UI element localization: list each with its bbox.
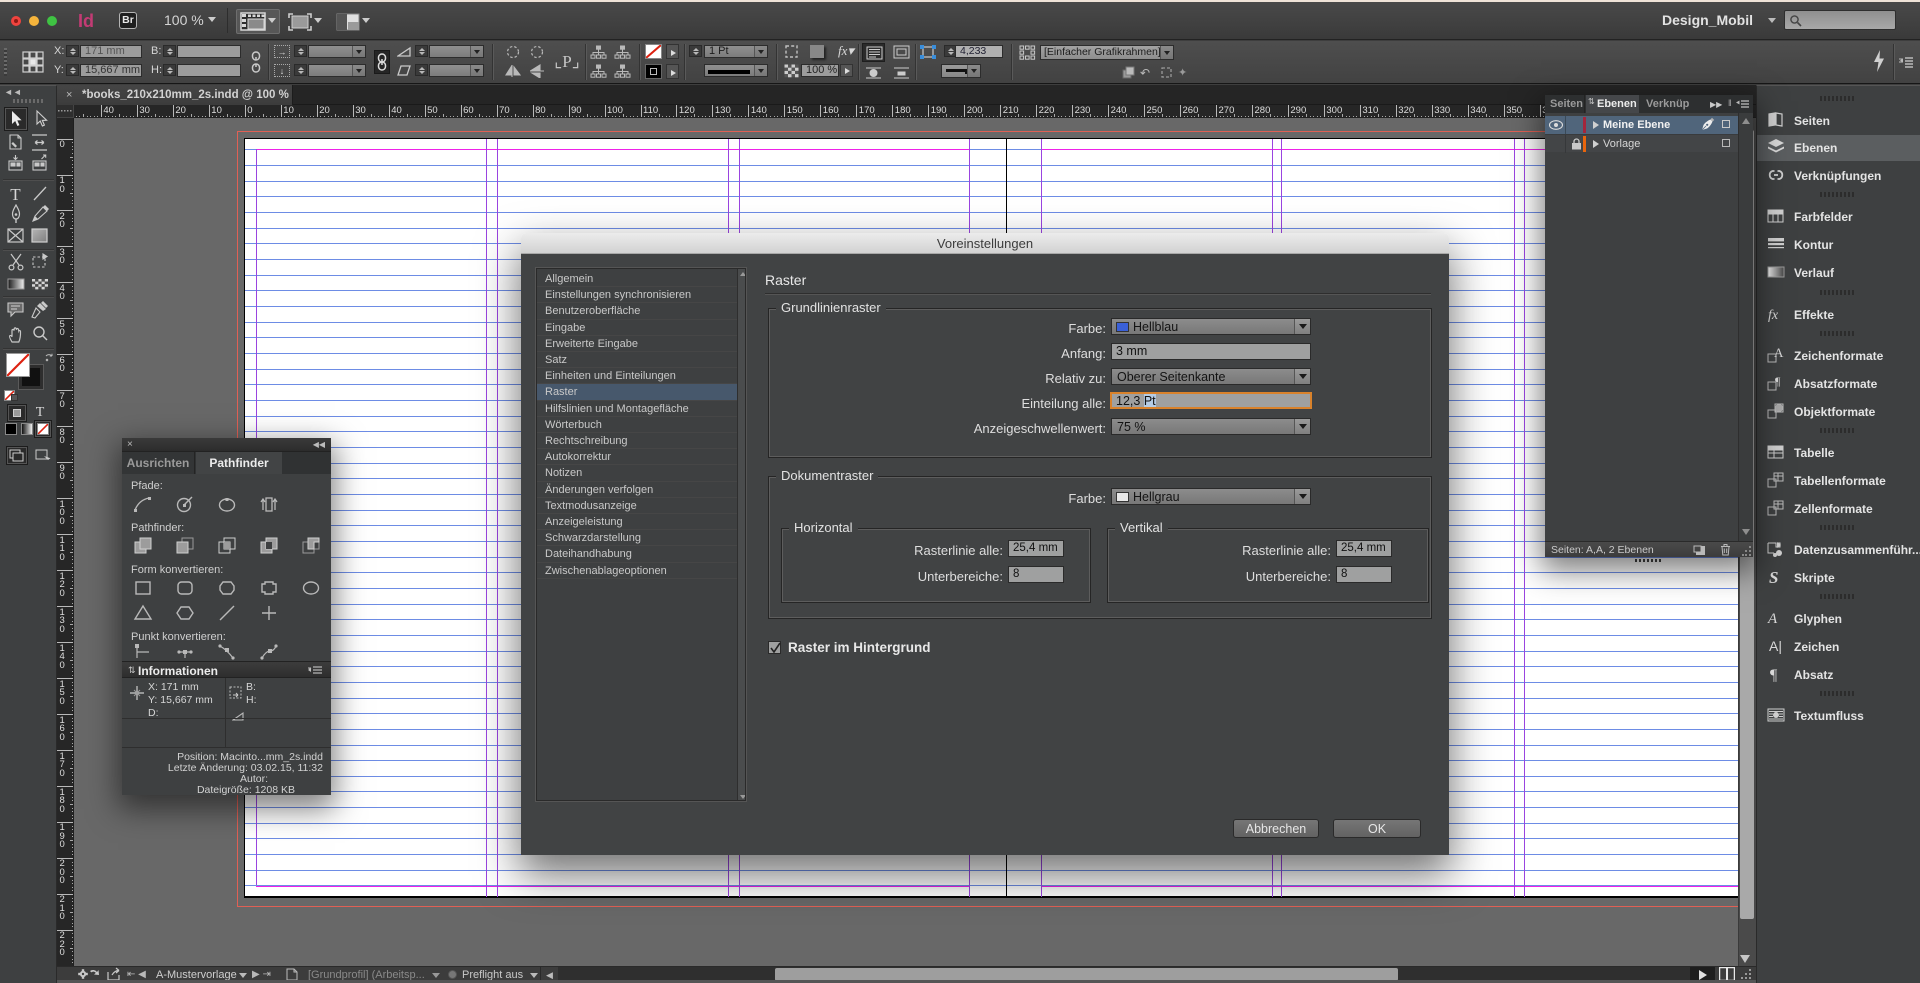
svg-text:T: T xyxy=(10,185,21,204)
svg-text:A: A xyxy=(1774,345,1784,360)
svg-text:S: S xyxy=(1769,568,1778,587)
svg-text:A: A xyxy=(1767,611,1778,627)
svg-text:A|: A| xyxy=(1769,638,1782,654)
svg-text:¶: ¶ xyxy=(1775,374,1781,388)
svg-text:fx: fx xyxy=(1768,308,1779,323)
svg-text:¶: ¶ xyxy=(1770,667,1778,684)
